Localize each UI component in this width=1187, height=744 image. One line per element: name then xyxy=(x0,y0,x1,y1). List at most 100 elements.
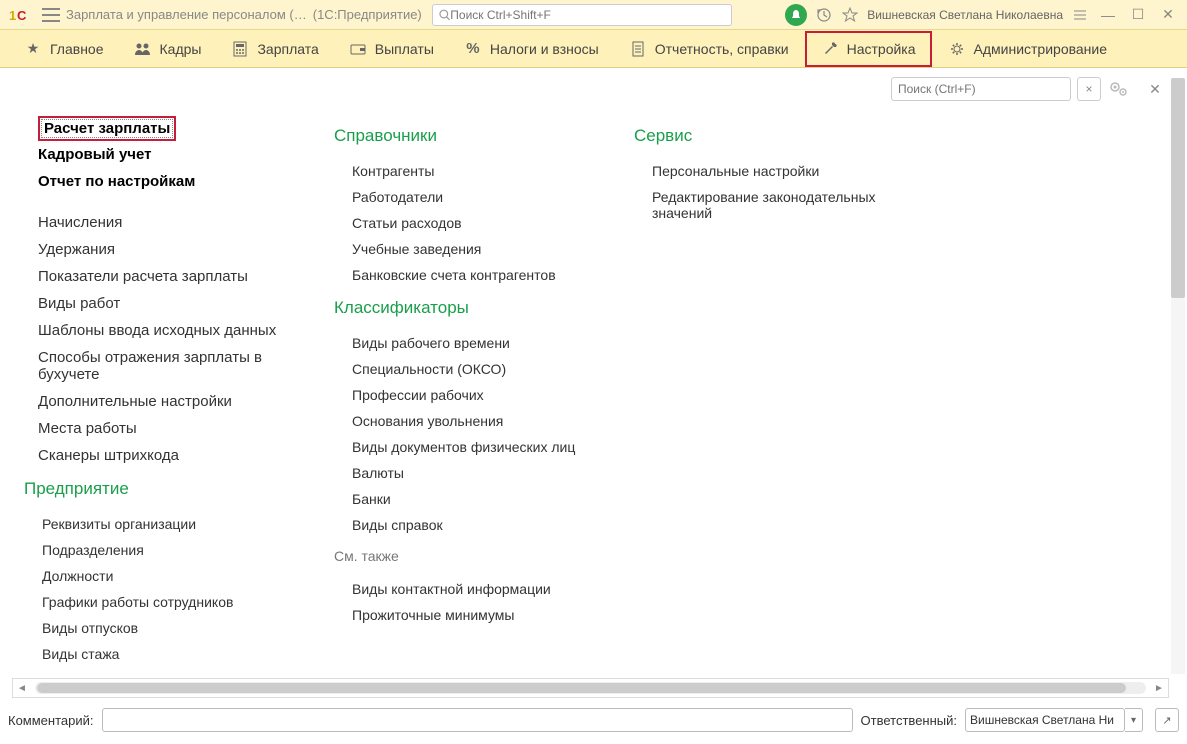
content-area: Расчет зарплаты Кадровый учет Отчет по н… xyxy=(0,106,1187,666)
section-classifiers: Классификаторы xyxy=(334,298,616,318)
tab-payments[interactable]: Выплаты xyxy=(335,31,448,67)
tab-label: Выплаты xyxy=(375,41,434,57)
scroll-left-button[interactable]: ◄ xyxy=(13,679,31,697)
tab-settings[interactable]: Настройка xyxy=(805,31,932,67)
section-directories: Справочники xyxy=(334,126,616,146)
link-item[interactable]: Виды отпусков xyxy=(24,615,316,641)
svg-text:С: С xyxy=(17,8,27,23)
column-1: Расчет зарплаты Кадровый учет Отчет по н… xyxy=(24,116,334,666)
link-item[interactable]: Шаблоны ввода исходных данных xyxy=(38,317,316,344)
scroll-thumb[interactable] xyxy=(37,683,1126,693)
link-item[interactable]: Банки xyxy=(334,486,616,512)
column-2: Справочники Контрагенты Работодатели Ста… xyxy=(334,116,634,666)
tab-label: Кадры xyxy=(160,41,202,57)
scroll-right-button[interactable]: ► xyxy=(1150,679,1168,697)
responsible-dropdown-button[interactable]: ▾ xyxy=(1125,708,1143,732)
link-item[interactable]: Виды документов физических лиц xyxy=(334,434,616,460)
link-item[interactable]: Прожиточные минимумы xyxy=(334,602,616,628)
tab-label: Главное xyxy=(50,41,104,57)
tab-reports[interactable]: Отчетность, справки xyxy=(615,31,803,67)
app-logo: 1С xyxy=(8,6,36,24)
scroll-track[interactable] xyxy=(35,682,1146,694)
link-item[interactable]: Валюты xyxy=(334,460,616,486)
link-item[interactable]: Виды рабочего времени xyxy=(334,330,616,356)
star-icon[interactable] xyxy=(841,6,859,24)
link-item[interactable]: Должности xyxy=(24,563,316,589)
link-item[interactable]: Места работы xyxy=(38,415,316,442)
link-item[interactable]: Редактирование законодательных значений xyxy=(634,184,916,226)
link-item[interactable]: Виды справок xyxy=(334,512,616,538)
panel-search-input[interactable] xyxy=(898,82,1064,96)
star-filled-icon: ★ xyxy=(24,40,42,58)
tab-label: Зарплата xyxy=(257,41,318,57)
comment-input[interactable] xyxy=(102,708,853,732)
search-icon xyxy=(439,9,451,21)
notifications-icon[interactable] xyxy=(785,4,807,26)
link-settings-report[interactable]: Отчет по настройкам xyxy=(38,168,316,195)
link-item[interactable]: Удержания xyxy=(38,236,316,263)
percent-icon: % xyxy=(464,40,482,58)
hamburger-icon[interactable] xyxy=(42,6,60,24)
link-item[interactable]: Контрагенты xyxy=(334,158,616,184)
section-service: Сервис xyxy=(634,126,916,146)
link-item[interactable]: Показатели расчета зарплаты xyxy=(38,263,316,290)
link-salary-calc[interactable]: Расчет зарплаты xyxy=(38,116,176,141)
titlebar: 1С Зарплата и управление персоналом (… (… xyxy=(0,0,1187,30)
wallet-icon xyxy=(349,40,367,58)
section-see-also: См. также xyxy=(334,548,616,564)
tab-salary[interactable]: Зарплата xyxy=(217,31,332,67)
panel-gear-icon[interactable] xyxy=(1107,77,1131,101)
tab-personnel[interactable]: Кадры xyxy=(120,31,216,67)
link-item[interactable]: Графики работы сотрудников xyxy=(24,589,316,615)
link-item[interactable]: Основания увольнения xyxy=(334,408,616,434)
link-item[interactable]: Реквизиты организации xyxy=(24,511,316,537)
link-item[interactable]: Виды контактной информации xyxy=(334,576,616,602)
link-item[interactable]: Персональные настройки xyxy=(634,158,916,184)
responsible-open-button[interactable]: ↗ xyxy=(1155,708,1179,732)
link-item[interactable]: Сканеры штрихкода xyxy=(38,442,316,469)
gear-icon xyxy=(948,40,966,58)
responsible-label: Ответственный: xyxy=(861,713,957,728)
link-item[interactable]: Профессии рабочих xyxy=(334,382,616,408)
vertical-scrollbar[interactable] xyxy=(1171,78,1185,674)
global-search-input[interactable] xyxy=(450,8,724,22)
link-item[interactable]: Виды стажа xyxy=(24,641,316,666)
panel-toolbar: × ✕ xyxy=(0,68,1187,106)
horizontal-scroll: ◄ ► xyxy=(12,678,1169,698)
tab-label: Налоги и взносы xyxy=(490,41,599,57)
footer-bar: Комментарий: Ответственный: Вишневская С… xyxy=(8,706,1179,734)
panel-icon[interactable] xyxy=(1071,6,1089,24)
username: Вишневская Светлана Николаевна xyxy=(867,8,1063,22)
minimize-button[interactable]: — xyxy=(1097,4,1119,26)
link-item[interactable]: Специальности (ОКСО) xyxy=(334,356,616,382)
tab-admin[interactable]: Администрирование xyxy=(934,31,1122,67)
document-icon xyxy=(629,40,647,58)
link-item[interactable]: Учебные заведения xyxy=(334,236,616,262)
link-personnel-records[interactable]: Кадровый учет xyxy=(38,141,316,168)
responsible-select[interactable]: Вишневская Светлана Ни xyxy=(965,708,1125,732)
panel-close-button[interactable]: ✕ xyxy=(1143,77,1167,101)
people-icon xyxy=(134,40,152,58)
link-item[interactable]: Виды работ xyxy=(38,290,316,317)
tab-main[interactable]: ★ Главное xyxy=(10,31,118,67)
tab-label: Отчетность, справки xyxy=(655,41,789,57)
close-button[interactable]: ✕ xyxy=(1157,4,1179,26)
tab-taxes[interactable]: % Налоги и взносы xyxy=(450,31,613,67)
link-item[interactable]: Начисления xyxy=(38,209,316,236)
link-item[interactable]: Статьи расходов xyxy=(334,210,616,236)
wrench-icon xyxy=(821,40,839,58)
link-item[interactable]: Работодатели xyxy=(334,184,616,210)
link-item[interactable]: Подразделения xyxy=(24,537,316,563)
global-search[interactable] xyxy=(432,4,732,26)
panel-clear-button[interactable]: × xyxy=(1077,77,1101,101)
panel-search[interactable] xyxy=(891,77,1071,101)
calculator-icon xyxy=(231,40,249,58)
link-item[interactable]: Дополнительные настройки xyxy=(38,388,316,415)
maximize-button[interactable]: ☐ xyxy=(1127,4,1149,26)
link-item[interactable]: Способы отражения зарплаты в бухучете xyxy=(38,344,316,388)
app-suffix: (1С:Предприятие) xyxy=(313,7,422,22)
history-icon[interactable] xyxy=(815,6,833,24)
link-item[interactable]: Банковские счета контрагентов xyxy=(334,262,616,288)
comment-label: Комментарий: xyxy=(8,713,94,728)
scrollbar-thumb[interactable] xyxy=(1171,78,1185,298)
